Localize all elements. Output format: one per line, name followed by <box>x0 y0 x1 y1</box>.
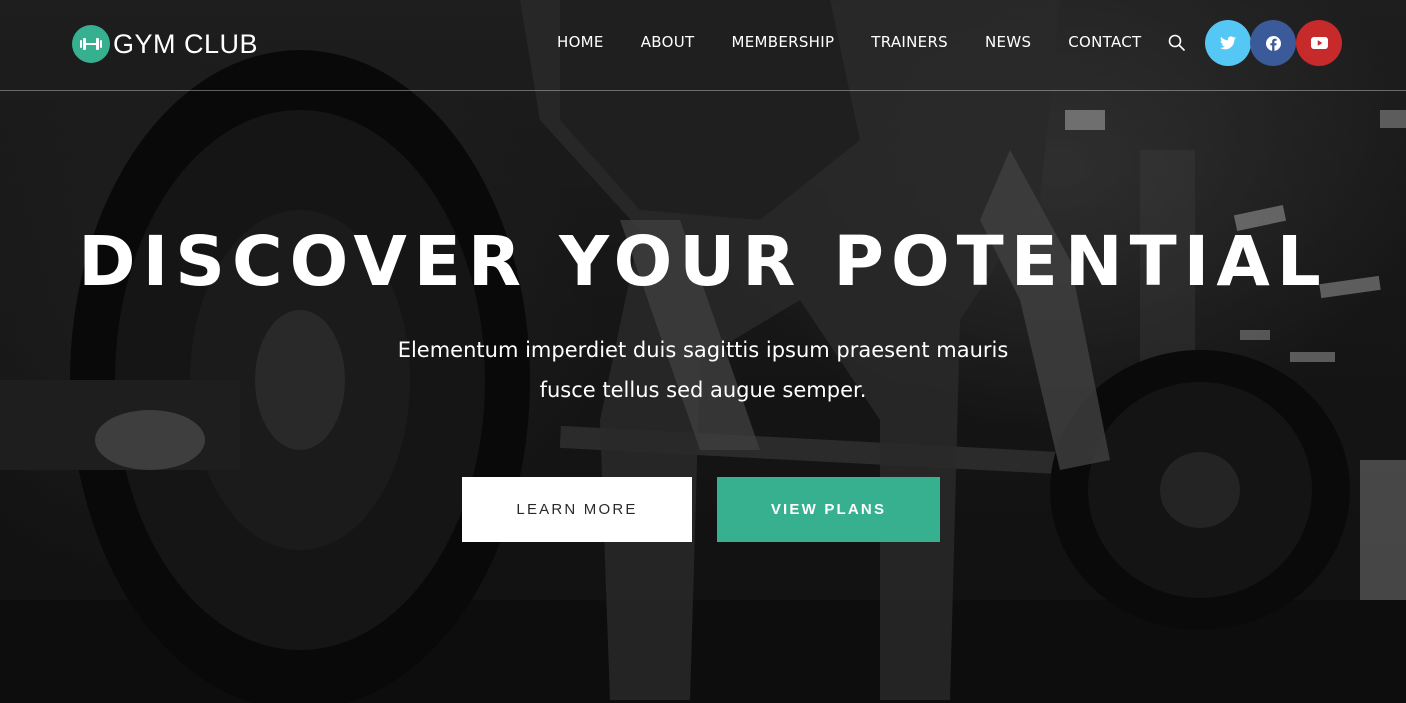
facebook-button[interactable] <box>1250 20 1296 66</box>
nav-item-news[interactable]: NEWS <box>985 33 1031 51</box>
dumbbell-icon <box>72 25 110 63</box>
hero-section: GYM CLUB HOME ABOUT MEMBERSHIP TRAINERS … <box>0 0 1406 703</box>
search-button[interactable] <box>1166 32 1186 52</box>
hero-headline: DISCOVER YOUR POTENTIAL <box>78 222 1328 302</box>
search-icon <box>1168 34 1185 51</box>
hero-subtitle: Elementum imperdiet duis sagittis ipsum … <box>363 330 1043 410</box>
twitter-button[interactable] <box>1205 20 1251 66</box>
facebook-icon <box>1265 35 1281 51</box>
brand-name: GYM CLUB <box>113 28 259 59</box>
nav-item-home[interactable]: HOME <box>557 33 604 51</box>
nav-item-contact[interactable]: CONTACT <box>1068 33 1141 51</box>
youtube-icon <box>1310 37 1328 49</box>
nav-item-trainers[interactable]: TRAINERS <box>871 33 948 51</box>
main-nav: HOME ABOUT MEMBERSHIP TRAINERS NEWS CONT… <box>557 33 1179 51</box>
nav-item-membership[interactable]: MEMBERSHIP <box>731 33 834 51</box>
learn-more-button[interactable]: LEARN MORE <box>462 477 692 542</box>
twitter-icon <box>1220 36 1236 50</box>
hero-subtitle-line-1: Elementum imperdiet duis sagittis ipsum … <box>397 338 1009 362</box>
view-plans-button[interactable]: VIEW PLANS <box>717 477 940 542</box>
logo[interactable]: GYM CLUB <box>72 24 258 64</box>
site-header: GYM CLUB HOME ABOUT MEMBERSHIP TRAINERS … <box>0 0 1406 91</box>
youtube-button[interactable] <box>1296 20 1342 66</box>
nav-item-about[interactable]: ABOUT <box>641 33 695 51</box>
hero-subtitle-line-2: fusce tellus sed augue semper. <box>539 378 867 402</box>
